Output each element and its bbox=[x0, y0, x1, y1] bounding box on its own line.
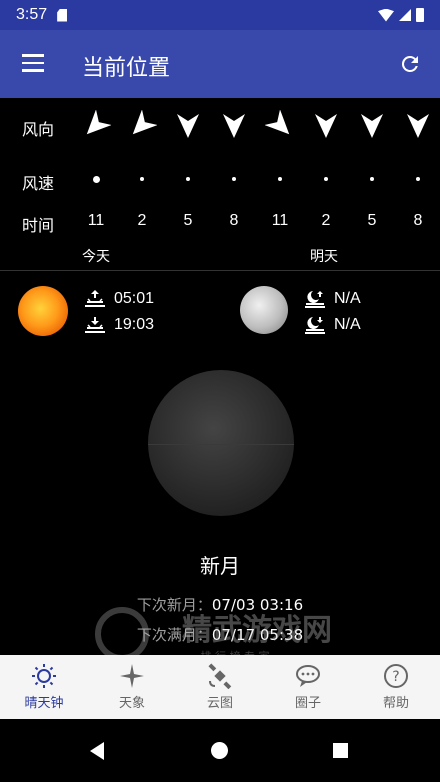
signal-icon bbox=[399, 9, 411, 21]
forecast-time: 11 bbox=[87, 212, 105, 229]
wind-direction-arrow bbox=[223, 114, 245, 138]
svg-text:?: ? bbox=[392, 669, 399, 685]
nav-label: 晴天钟 bbox=[24, 696, 64, 711]
forecast-time: 8 bbox=[229, 212, 239, 229]
app-bar: 当前位置 bbox=[0, 30, 440, 98]
wind-direction-arrow bbox=[265, 110, 290, 135]
nav-item-clear-sky-clock[interactable]: 晴天钟 bbox=[0, 655, 88, 719]
battery-icon bbox=[416, 8, 424, 22]
sunset-icon bbox=[85, 317, 105, 333]
wind-speed-dot bbox=[140, 177, 144, 181]
label-time: 时间 bbox=[22, 216, 55, 235]
nav-label: 圈子 bbox=[294, 696, 321, 711]
bottom-nav: 晴天钟 天象 云图 圈子 ? 帮助 bbox=[0, 655, 440, 719]
status-icons bbox=[378, 8, 424, 22]
watermark-text: 精武游戏网 bbox=[182, 613, 332, 648]
moonrise-icon bbox=[305, 291, 325, 308]
sun-icon bbox=[32, 664, 56, 688]
wind-speed-dot bbox=[232, 177, 236, 181]
page-title: 当前位置 bbox=[82, 56, 171, 81]
refresh-icon[interactable] bbox=[398, 52, 422, 76]
wind-direction-arrow bbox=[407, 114, 429, 138]
nav-item-astronomy[interactable]: 天象 bbox=[88, 655, 176, 719]
chat-icon bbox=[296, 665, 320, 687]
wifi-icon bbox=[378, 8, 394, 22]
wind-direction-arrow bbox=[132, 110, 157, 135]
wind-direction-arrow bbox=[315, 114, 337, 138]
forecast-time: 8 bbox=[413, 212, 423, 229]
home-button[interactable] bbox=[211, 742, 228, 759]
wind-direction-arrow bbox=[361, 114, 383, 138]
star-icon bbox=[120, 664, 144, 688]
wind-speed-dot bbox=[278, 177, 282, 181]
moonrise-time: N/A bbox=[334, 290, 361, 307]
sunset-time: 19:03 bbox=[114, 316, 155, 333]
forecast-time: 5 bbox=[367, 212, 377, 229]
day-label-tomorrow: 明天 bbox=[310, 249, 338, 265]
sun-image bbox=[18, 286, 68, 336]
label-wind-direction: 风向 bbox=[22, 120, 55, 139]
forecast-time: 2 bbox=[321, 212, 331, 229]
recent-apps-button[interactable] bbox=[333, 743, 348, 758]
divider bbox=[0, 270, 440, 271]
moon-image bbox=[240, 286, 288, 334]
status-time: 3:57 bbox=[16, 6, 48, 23]
moonset-icon bbox=[305, 317, 325, 334]
label-wind-speed: 风速 bbox=[22, 174, 55, 193]
back-button[interactable] bbox=[90, 742, 104, 760]
wind-direction-arrow bbox=[86, 110, 111, 135]
system-nav-bar bbox=[0, 719, 440, 782]
nav-label: 帮助 bbox=[382, 696, 409, 711]
menu-icon[interactable] bbox=[22, 54, 44, 72]
wind-speed-dot bbox=[416, 177, 420, 181]
nav-item-community[interactable]: 圈子 bbox=[264, 655, 352, 719]
help-icon: ? bbox=[384, 664, 408, 688]
watermark-logo: 精武游戏网 — 排 行 榜 专 家 — bbox=[95, 607, 332, 662]
sunrise-icon bbox=[85, 290, 105, 307]
wind-direction-arrow bbox=[177, 114, 199, 138]
nav-item-help[interactable]: ? 帮助 bbox=[352, 655, 440, 719]
status-bar: 3:57 bbox=[0, 0, 440, 30]
nav-item-cloud-map[interactable]: 云图 bbox=[176, 655, 264, 719]
moon-phase-line bbox=[148, 444, 294, 445]
wind-speed-dot bbox=[370, 177, 374, 181]
wind-speed-dot bbox=[324, 177, 328, 181]
forecast-time: 5 bbox=[183, 212, 193, 229]
wind-forecast: 风向 风速 时间 11 2 5 8 11 2 5 8 今天 明天 bbox=[0, 98, 440, 270]
moonset-time: N/A bbox=[334, 316, 361, 333]
forecast-time: 2 bbox=[137, 212, 147, 229]
wind-speed-dot bbox=[92, 175, 100, 183]
forecast-time: 11 bbox=[271, 212, 289, 229]
nav-label: 云图 bbox=[206, 696, 233, 711]
moon-phase-name: 新月 bbox=[200, 554, 240, 578]
satellite-icon bbox=[208, 663, 232, 689]
nav-label: 天象 bbox=[118, 696, 145, 711]
sd-card-icon bbox=[57, 8, 68, 22]
sunrise-time: 05:01 bbox=[114, 290, 155, 307]
moon-phase-image bbox=[148, 370, 294, 516]
wind-speed-dot bbox=[186, 177, 190, 181]
day-label-today: 今天 bbox=[82, 249, 110, 265]
